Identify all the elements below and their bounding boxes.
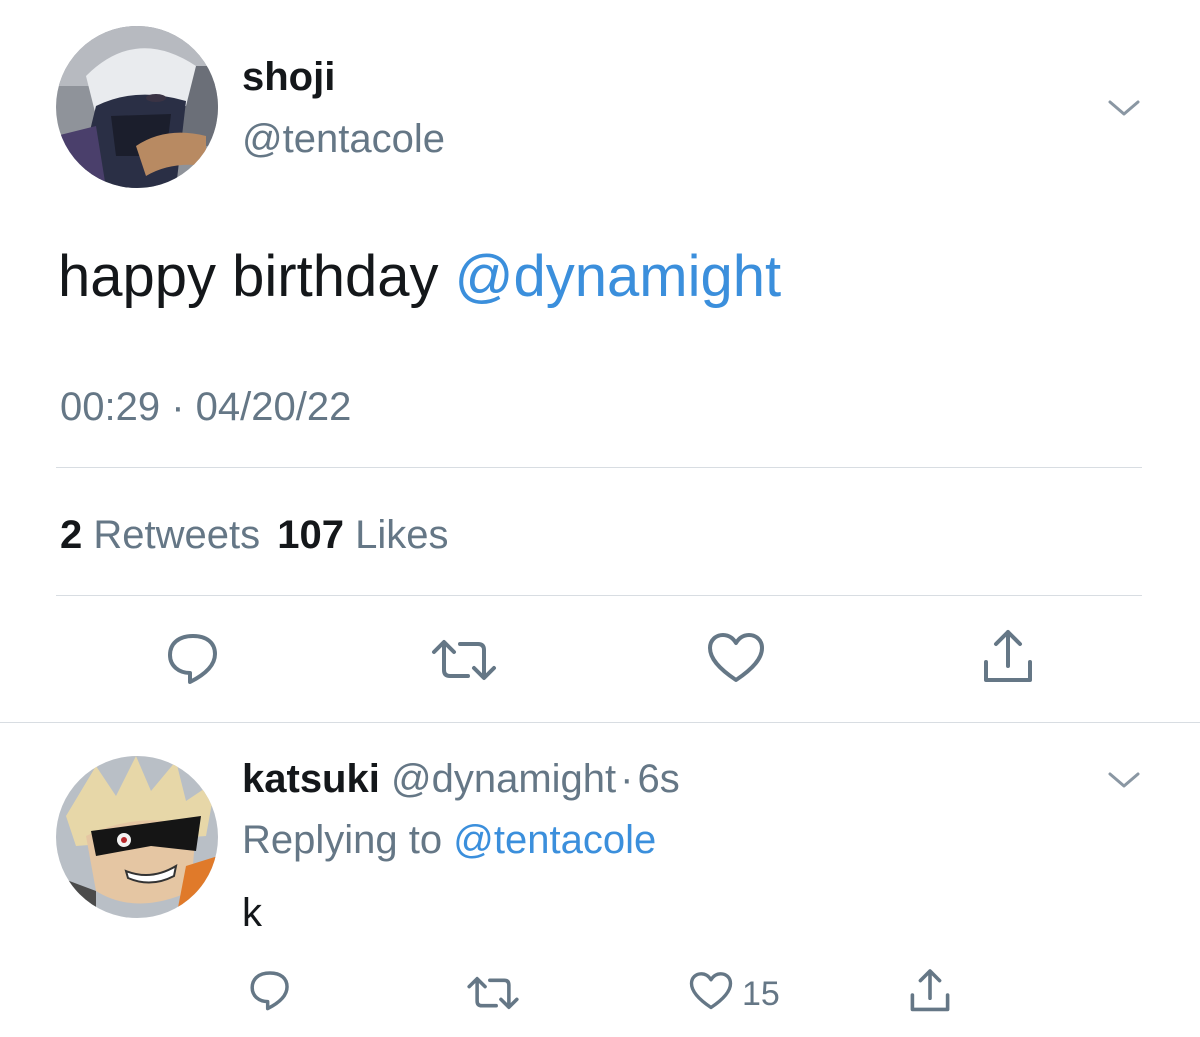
chevron-down-icon[interactable] [1106,96,1142,120]
like-count[interactable]: 15 [742,974,780,1014]
divider [56,467,1142,468]
reply-icon[interactable] [246,968,294,1012]
main-display-name[interactable]: shoji [242,50,335,104]
share-icon[interactable] [906,966,954,1016]
reply-display-name[interactable]: katsuki [242,757,380,801]
retweet-icon[interactable] [466,972,520,1014]
retweets-label[interactable]: Retweets [93,513,260,557]
replying-to-mention[interactable]: @tentacole [453,818,656,862]
katsuki-avatar[interactable] [56,756,218,918]
like-icon[interactable] [706,630,766,686]
share-icon[interactable] [978,626,1038,688]
reply-age[interactable]: 6s [637,757,679,801]
reply-icon[interactable] [162,630,224,686]
likes-label[interactable]: Likes [355,513,448,557]
reply-handle[interactable]: @dynamight [391,757,616,801]
retweets-count[interactable]: 2 [60,513,82,557]
reply-text: k [242,891,262,935]
like-icon[interactable] [688,970,734,1012]
tweet-text: happy birthday @dynamight [58,240,781,314]
mention-link[interactable]: @dynamight [455,244,781,309]
separator-dot: · [620,757,634,801]
section-divider [0,722,1200,723]
retweet-icon[interactable] [430,634,498,686]
replying-to-label: Replying to [242,818,443,862]
main-handle[interactable]: @tentacole [242,112,445,166]
shoji-avatar[interactable] [56,26,218,188]
replying-to: Replying to @tentacole [242,813,656,867]
reply-header: katsuki @dynamight · 6s [242,752,680,806]
tweet-text-body: happy birthday [58,244,455,309]
divider [56,595,1142,596]
tweet-timestamp[interactable]: 00:29 · 04/20/22 [60,380,351,434]
likes-count[interactable]: 107 [277,513,344,557]
tweet-stats: 2 Retweets 107 Likes [60,508,449,562]
chevron-down-icon[interactable] [1106,768,1142,792]
